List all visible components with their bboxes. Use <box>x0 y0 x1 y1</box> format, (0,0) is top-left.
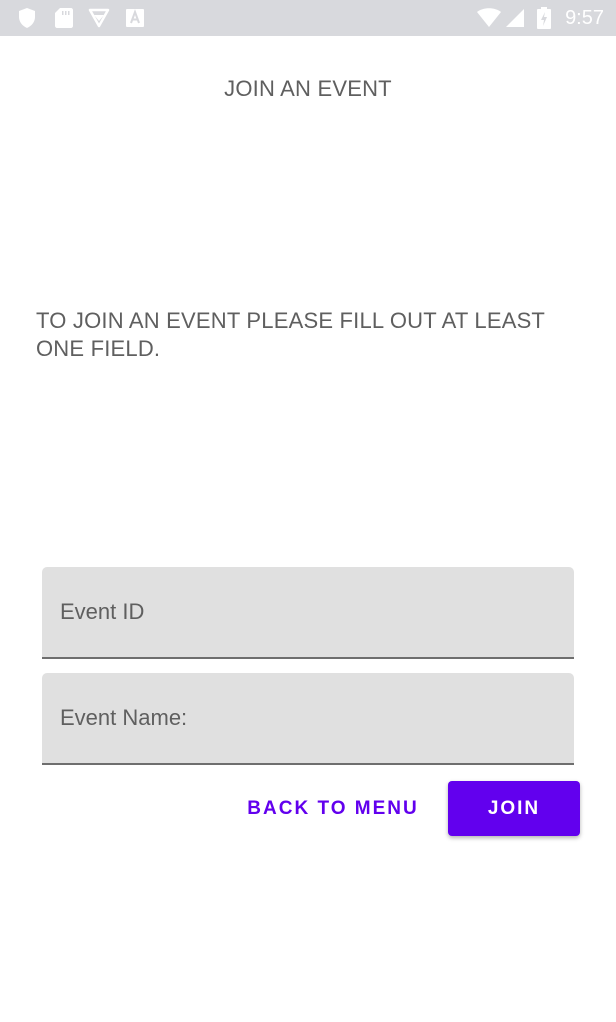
page-title: JOIN AN EVENT <box>224 76 392 101</box>
status-time: 9:57 <box>565 7 604 29</box>
battery-icon <box>536 7 552 29</box>
event-id-field-container <box>42 567 574 659</box>
instructions-text: TO JOIN AN EVENT PLEASE FILL OUT AT LEAS… <box>36 308 545 361</box>
join-event-screen: 9:57 JOIN AN EVENT TO JOIN AN EVENT PLEA… <box>0 0 616 1022</box>
sd-card-icon <box>53 7 75 29</box>
event-name-input[interactable] <box>42 673 574 763</box>
shield-icon <box>16 7 38 29</box>
signal-icon <box>504 7 526 29</box>
font-icon <box>124 7 146 29</box>
status-bar: 9:57 <box>0 0 616 36</box>
wifi-icon <box>476 7 502 29</box>
event-name-field-container <box>42 673 574 765</box>
back-to-menu-button[interactable]: BACK TO MENU <box>236 781 430 836</box>
event-id-input[interactable] <box>42 567 574 657</box>
join-button[interactable]: JOIN <box>448 781 580 836</box>
play-store-icon <box>88 7 110 29</box>
